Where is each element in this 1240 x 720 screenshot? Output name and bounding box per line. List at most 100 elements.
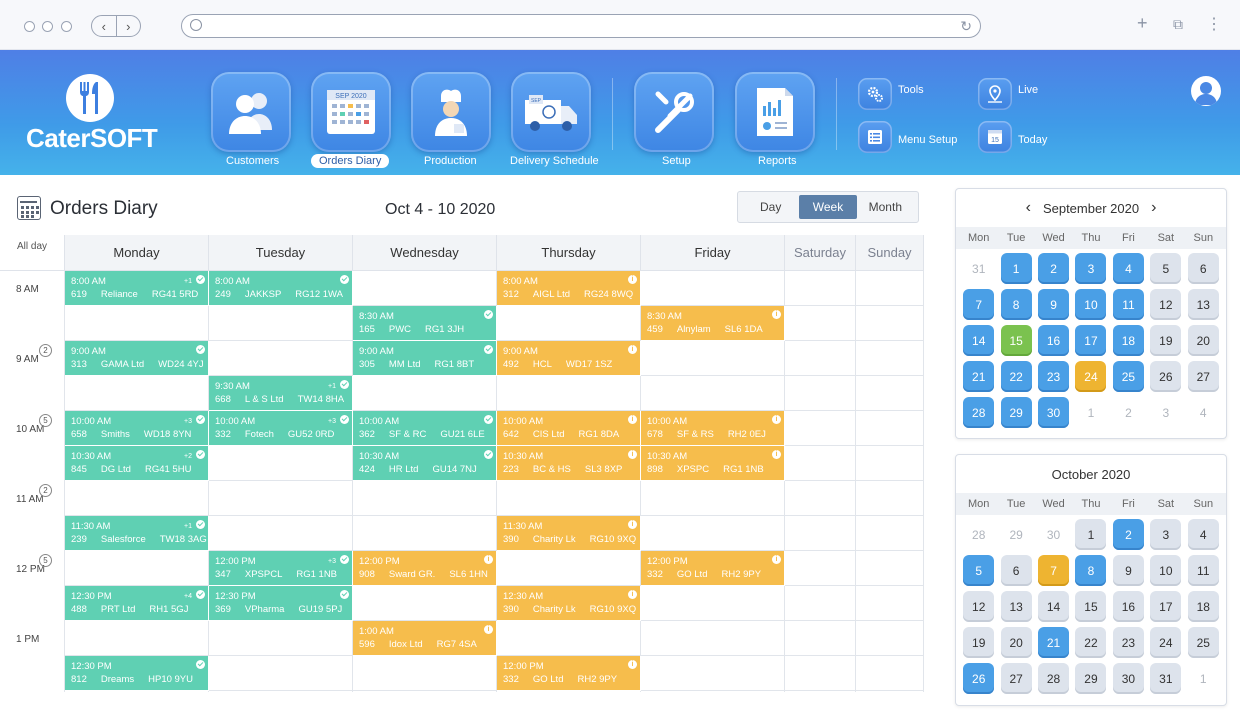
quick-live[interactable] bbox=[978, 78, 1012, 110]
calendar-day[interactable]: 23 bbox=[1112, 627, 1144, 658]
calendar-day[interactable]: 29 bbox=[1000, 397, 1032, 428]
next-month-button[interactable]: › bbox=[1151, 199, 1156, 217]
address-bar[interactable]: ↻ bbox=[181, 14, 981, 38]
info-icon[interactable]: i bbox=[484, 555, 493, 564]
info-icon[interactable]: i bbox=[628, 345, 637, 354]
window-maximize-dot[interactable] bbox=[61, 21, 72, 32]
order-card[interactable]: 10:30 AM 424 HR Ltd GU14 7NJ bbox=[353, 446, 497, 481]
calendar-day-outside-month[interactable]: 29 bbox=[1001, 519, 1032, 550]
order-card[interactable]: 11:30 AM 390 Charity Lk RG10 9XQ i bbox=[497, 516, 641, 551]
calendar-day[interactable]: 1 bbox=[1075, 519, 1107, 550]
nav-label-orders-diary[interactable]: Orders Diary bbox=[311, 154, 390, 168]
calendar-day[interactable]: 30 bbox=[1038, 397, 1070, 428]
nav-customers[interactable] bbox=[211, 72, 291, 152]
calendar-day[interactable]: 25 bbox=[1187, 627, 1219, 658]
calendar-day[interactable]: 12 bbox=[963, 591, 995, 622]
info-icon[interactable]: i bbox=[772, 450, 781, 459]
order-card[interactable]: 10:30 AM 898 XPSPC RG1 1NB i bbox=[641, 446, 785, 481]
calendar-day[interactable]: 12 bbox=[1150, 289, 1182, 320]
calendar-day[interactable]: 25 bbox=[1112, 361, 1144, 392]
order-card[interactable]: 12:30 PM 812 Dreams HP10 9YU bbox=[65, 656, 209, 691]
calendar-day[interactable]: 6 bbox=[1000, 555, 1032, 586]
nav-label-reports[interactable]: Reports bbox=[758, 155, 797, 167]
calendar-day[interactable]: 14 bbox=[963, 325, 995, 356]
order-card[interactable]: 8:00 AM 619 Reliance RG41 5RD +1 bbox=[65, 271, 209, 306]
calendar-day-outside-month[interactable]: 4 bbox=[1188, 397, 1219, 428]
calendar-day[interactable]: 23 bbox=[1038, 361, 1070, 392]
calendar-day[interactable]: 1 bbox=[1000, 253, 1032, 284]
calendar-day[interactable]: 17 bbox=[1150, 591, 1182, 622]
calendar-day[interactable]: 19 bbox=[1150, 325, 1182, 356]
nav-orders-diary[interactable]: SEP 2020 bbox=[311, 72, 391, 152]
calendar-day[interactable]: 11 bbox=[1112, 289, 1144, 320]
order-card[interactable]: 10:00 AM 642 CIS Ltd RG1 8DA i bbox=[497, 411, 641, 446]
calendar-day[interactable]: 7 bbox=[963, 289, 995, 320]
calendar-day[interactable]: 5 bbox=[1150, 253, 1182, 284]
order-card[interactable]: 9:00 AM 313 GAMA Ltd WD24 4YJ bbox=[65, 341, 209, 376]
brand-logo[interactable]: CaterSOFT bbox=[26, 74, 166, 154]
calendar-day[interactable]: 31 bbox=[1150, 663, 1182, 694]
order-card[interactable]: 10:00 AM 658 Smiths WD18 8YN +3 bbox=[65, 411, 209, 446]
quick-today-label[interactable]: Today bbox=[1018, 134, 1047, 146]
calendar-day[interactable]: 7 bbox=[1038, 555, 1070, 586]
calendar-day[interactable]: 22 bbox=[1075, 627, 1107, 658]
order-card[interactable]: 12:00 PM 332 GO Ltd RH2 9PY i bbox=[497, 656, 641, 691]
order-card[interactable]: 9:30 AM 668 L & S Ltd TW14 8HA +1 bbox=[209, 376, 353, 411]
calendar-day[interactable]: 2 bbox=[1112, 519, 1144, 550]
calendar-day-outside-month[interactable]: 1 bbox=[1188, 663, 1219, 694]
order-card[interactable]: 8:30 AM 459 Alnylam SL6 1DA i bbox=[641, 306, 785, 341]
order-card[interactable]: 12:30 PM 488 PRT Ltd RH1 5GJ +4 bbox=[65, 586, 209, 621]
view-week-button[interactable]: Week bbox=[799, 195, 857, 219]
calendar-day[interactable]: 14 bbox=[1038, 591, 1070, 622]
new-tab-icon[interactable]: + bbox=[1137, 13, 1148, 34]
calendar-day[interactable]: 9 bbox=[1112, 555, 1144, 586]
order-card[interactable]: 8:30 AM 165 PWC RG1 3JH bbox=[353, 306, 497, 341]
calendar-day[interactable]: 26 bbox=[963, 663, 995, 694]
calendar-day-outside-month[interactable]: 31 bbox=[963, 253, 994, 284]
calendar-day[interactable]: 9 bbox=[1038, 289, 1070, 320]
info-icon[interactable]: i bbox=[628, 450, 637, 459]
calendar-day[interactable]: 3 bbox=[1075, 253, 1107, 284]
calendar-day[interactable]: 13 bbox=[1187, 289, 1219, 320]
order-card[interactable]: 12:30 AM 390 Charity Lk RG10 9XQ i bbox=[497, 586, 641, 621]
order-card[interactable]: 8:00 AM 249 JAKKSP RG12 1WA bbox=[209, 271, 353, 306]
back-button[interactable]: ‹ bbox=[92, 16, 117, 36]
calendar-day[interactable]: 5 bbox=[963, 555, 995, 586]
info-icon[interactable]: i bbox=[628, 590, 637, 599]
calendar-day[interactable]: 10 bbox=[1075, 289, 1107, 320]
calendar-day[interactable]: 15 bbox=[1000, 325, 1032, 356]
user-avatar[interactable] bbox=[1191, 76, 1221, 106]
calendar-day[interactable]: 16 bbox=[1038, 325, 1070, 356]
forward-button[interactable]: › bbox=[117, 16, 141, 36]
nav-label-setup[interactable]: Setup bbox=[662, 155, 691, 167]
calendar-day[interactable]: 6 bbox=[1187, 253, 1219, 284]
nav-production[interactable] bbox=[411, 72, 491, 152]
quick-menu-setup-label[interactable]: Menu Setup bbox=[898, 134, 957, 146]
info-icon[interactable]: i bbox=[628, 660, 637, 669]
order-card[interactable]: 12:00 PM 908 Sward GR. SL6 1HN i bbox=[353, 551, 497, 586]
nav-reports[interactable] bbox=[735, 72, 815, 152]
calendar-day[interactable]: 17 bbox=[1075, 325, 1107, 356]
info-icon[interactable]: i bbox=[628, 520, 637, 529]
calendar-day[interactable]: 19 bbox=[963, 627, 995, 658]
calendar-day-outside-month[interactable]: 2 bbox=[1113, 397, 1144, 428]
calendar-day[interactable]: 11 bbox=[1187, 555, 1219, 586]
calendar-day[interactable]: 24 bbox=[1150, 627, 1182, 658]
order-card[interactable]: 12:00 PM 347 XPSPCL RG1 1NB +3 bbox=[209, 551, 353, 586]
prev-month-button[interactable]: ‹ bbox=[1026, 199, 1031, 217]
order-card[interactable]: 11:30 AM 239 Salesforce TW18 3AG +1 bbox=[65, 516, 209, 551]
order-card[interactable]: 10:00 AM 362 SF & RC GU21 6LE bbox=[353, 411, 497, 446]
calendar-day[interactable]: 26 bbox=[1150, 361, 1182, 392]
nav-label-delivery-schedule[interactable]: Delivery Schedule bbox=[510, 155, 599, 167]
view-day-button[interactable]: Day bbox=[742, 195, 799, 219]
calendar-day-outside-month[interactable]: 1 bbox=[1075, 397, 1106, 428]
more-menu-icon[interactable]: ⋮ bbox=[1206, 14, 1222, 34]
calendar-day[interactable]: 21 bbox=[1038, 627, 1070, 658]
reload-icon[interactable]: ↻ bbox=[960, 18, 972, 35]
order-card[interactable]: 10:00 AM 332 Fotech GU52 0RD +3 bbox=[209, 411, 353, 446]
order-card[interactable]: 12:00 PM 332 GO Ltd RH2 9PY i bbox=[641, 551, 785, 586]
calendar-day[interactable]: 21 bbox=[963, 361, 995, 392]
order-card[interactable]: 10:00 AM 678 SF & RS RH2 0EJ i bbox=[641, 411, 785, 446]
order-card[interactable]: 9:00 AM 492 HCL WD17 1SZ i bbox=[497, 341, 641, 376]
calendar-day-outside-month[interactable]: 28 bbox=[963, 519, 994, 550]
